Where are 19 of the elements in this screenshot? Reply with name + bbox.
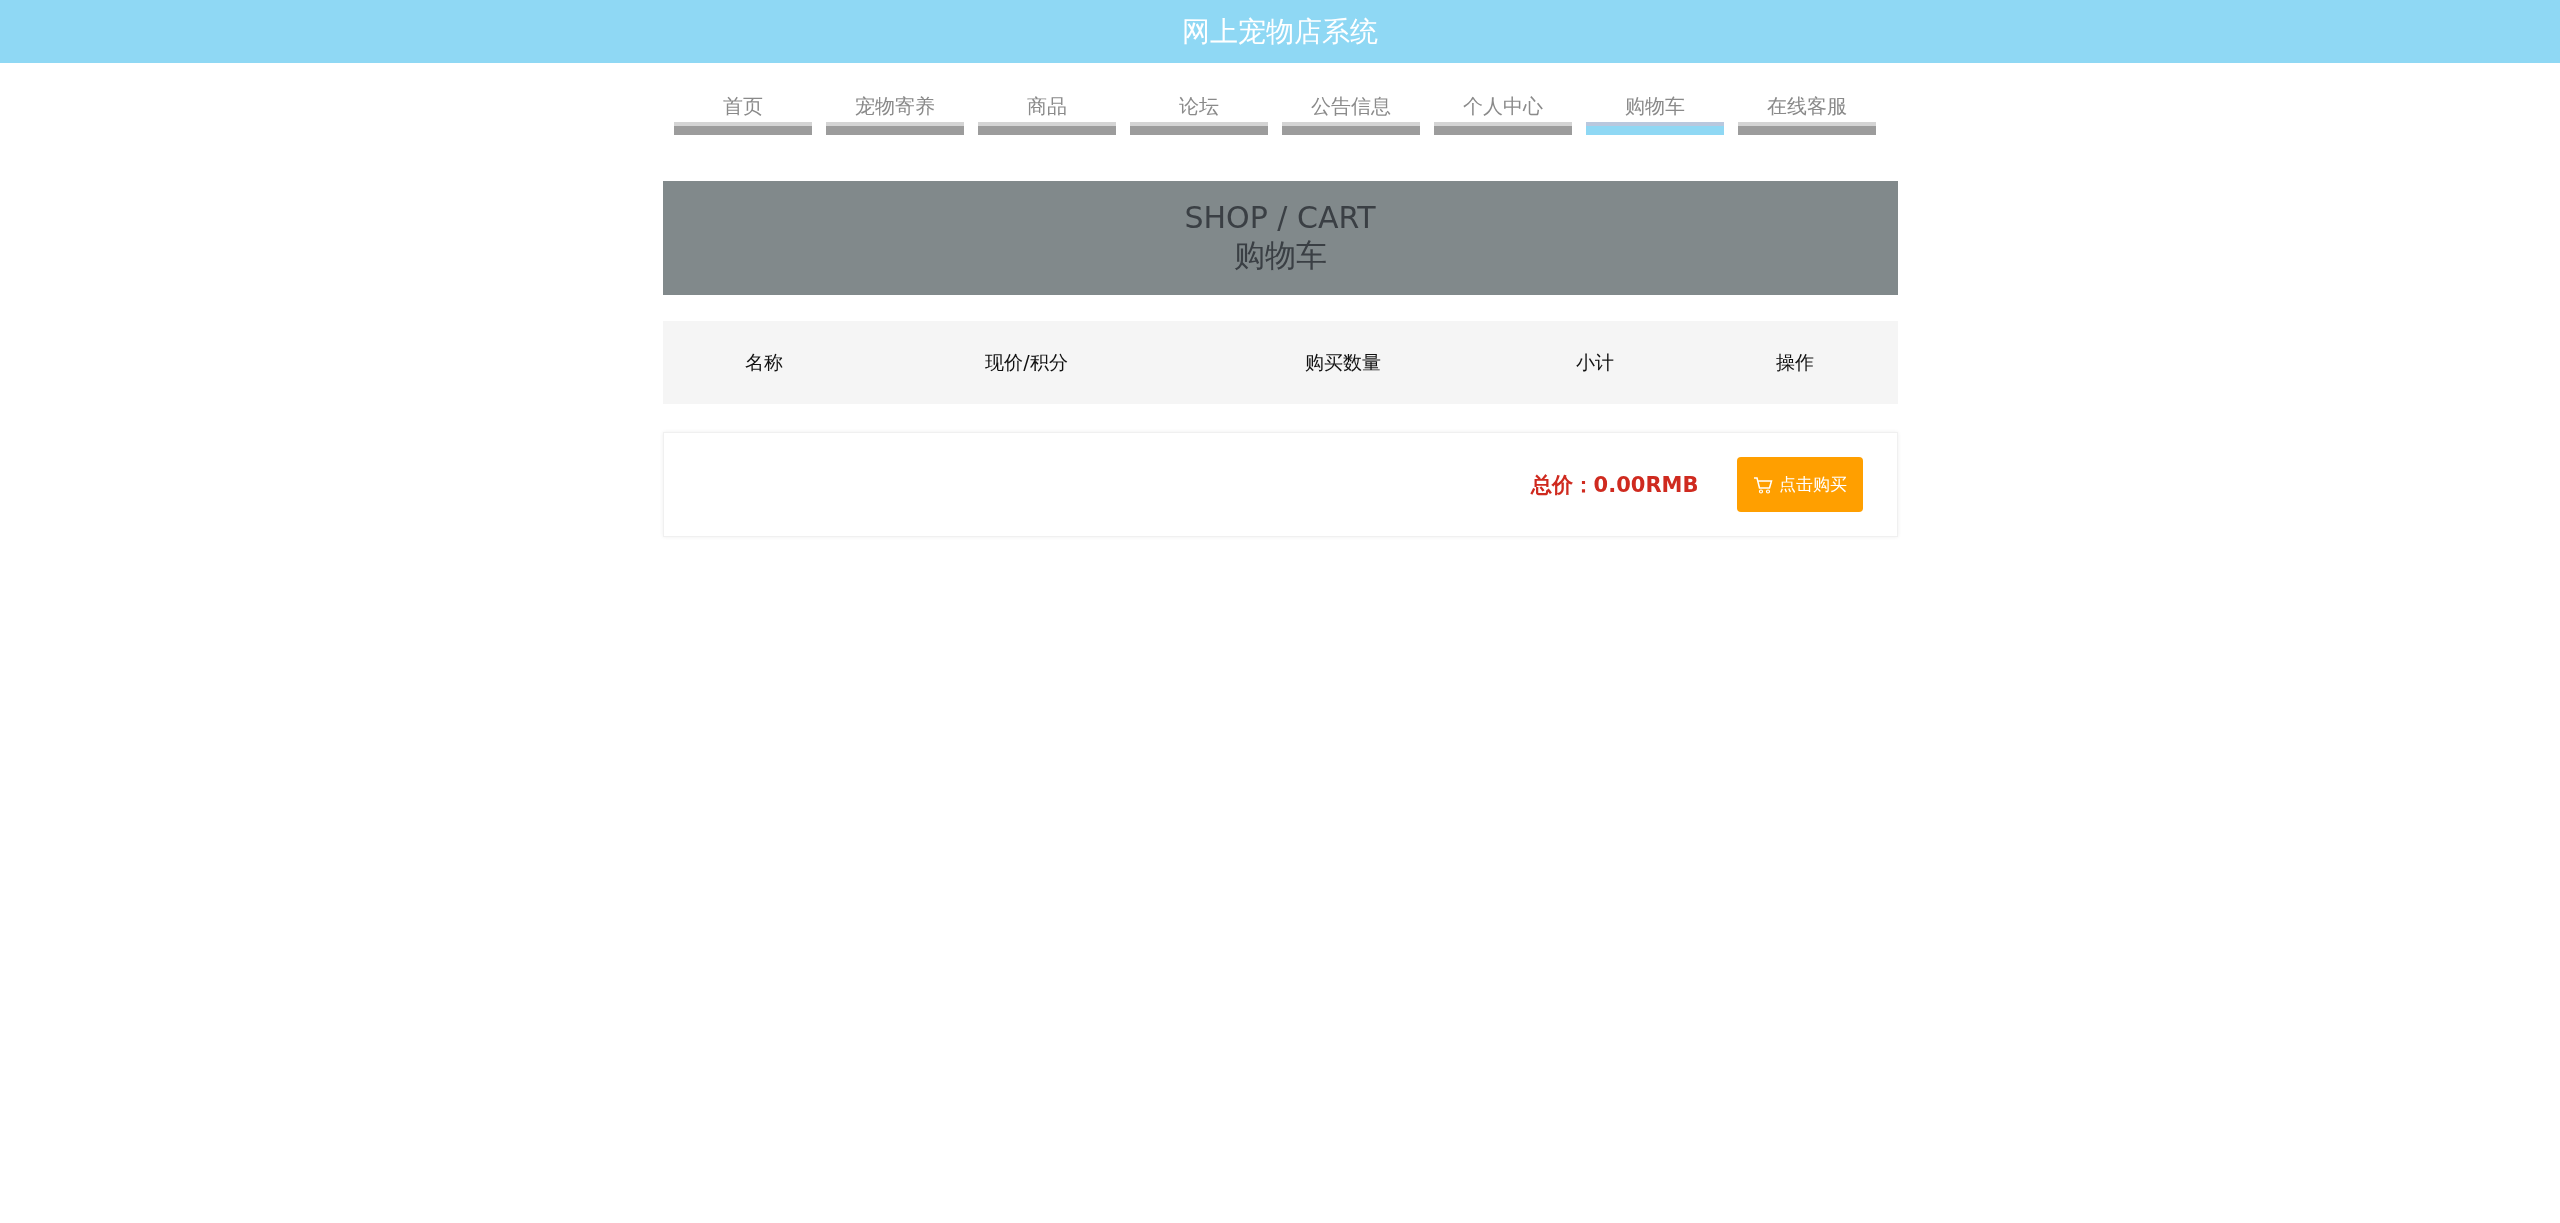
nav-tab[interactable]: 商品 (977, 85, 1116, 135)
nav-tab[interactable]: 首页 (673, 85, 812, 135)
nav-tab[interactable]: 宠物寄养 (825, 85, 964, 135)
column-header: 购买数量 (1304, 349, 1381, 375)
total-price: 总价：0.00RMB (1530, 471, 1699, 499)
nav-tab[interactable]: 在线客服 (1737, 85, 1876, 135)
cart-icon (1752, 475, 1773, 494)
nav-tab[interactable]: 公告信息 (1281, 85, 1420, 135)
nav-tab[interactable]: 购物车 (1585, 85, 1724, 135)
nav-tab[interactable]: 个人中心 (1433, 85, 1572, 135)
column-header: 操作 (1776, 349, 1814, 375)
site-title: 网上宠物店系统 (1182, 13, 1378, 50)
column-header: 小计 (1575, 349, 1614, 375)
banner-title: SHOP / CART (1184, 199, 1376, 235)
buy-button[interactable]: 点击购买 (1736, 457, 1863, 512)
nav-tab[interactable]: 论坛 (1129, 85, 1268, 135)
column-header: 现价/积分 (985, 349, 1068, 375)
banner-subtitle: 购物车 (1233, 235, 1327, 275)
column-header: 名称 (744, 349, 783, 375)
